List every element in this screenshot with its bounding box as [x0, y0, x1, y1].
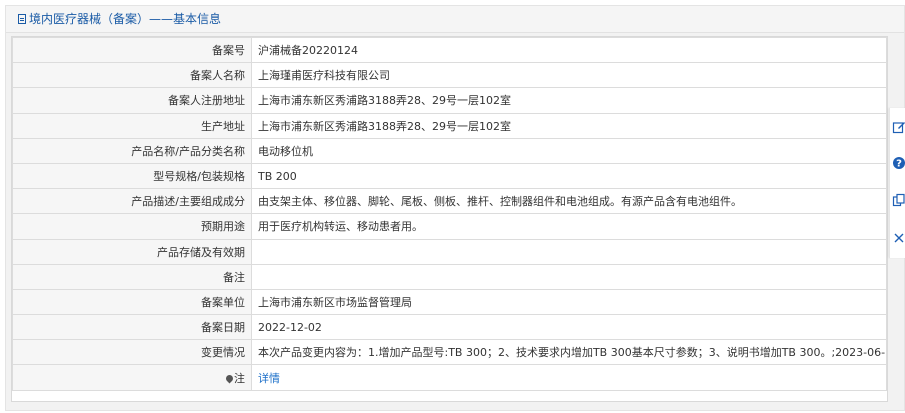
row-label: 产品描述/主要组成成分: [12, 188, 252, 215]
row-value: [251, 238, 887, 265]
row-value: 电动移位机: [251, 137, 887, 164]
row-value: 本次产品变更内容为：1.增加产品型号:TB 300；2、技术要求内增加TB 30…: [251, 339, 887, 366]
page: 境内医疗器械（备案）——基本信息 备案号 沪浦械备20220124 备案人名称 …: [0, 0, 905, 413]
copy-icon[interactable]: [892, 193, 905, 207]
row-value: 上海瑾甫医疗科技有限公司: [251, 62, 887, 89]
help-icon[interactable]: ?: [892, 156, 905, 170]
row-value: 用于医疗机构转运、移动患者用。: [251, 213, 887, 240]
row-label: 备案人名称: [12, 62, 252, 89]
table-row: 备案日期 2022-12-02: [12, 314, 887, 341]
table-row: 预期用途 用于医疗机构转运、移动患者用。: [12, 213, 887, 240]
row-label: 备案人注册地址: [12, 87, 252, 114]
close-icon[interactable]: [892, 231, 905, 245]
row-label: 预期用途: [12, 213, 252, 240]
row-value: 上海市浦东新区秀浦路3188弄28、29号一层102室: [251, 87, 887, 114]
table-row: 备案单位 上海市浦东新区市场监督管理局: [12, 288, 887, 316]
row-value: 2022-12-02: [251, 314, 887, 341]
note-label: 注: [234, 371, 245, 385]
note-label-cell: 注: [12, 364, 252, 391]
row-value: TB 200: [251, 162, 887, 190]
document-icon: [18, 14, 26, 24]
row-value: 沪浦械备20220124: [251, 36, 887, 64]
table-row: 生产地址 上海市浦东新区秀浦路3188弄28、29号一层102室: [12, 112, 887, 139]
table-row: 备案人名称 上海瑾甫医疗科技有限公司: [12, 62, 887, 89]
table-row: 型号规格/包装规格 TB 200: [12, 162, 887, 190]
row-label: 产品名称/产品分类名称: [12, 137, 252, 164]
edit-icon[interactable]: [892, 120, 905, 134]
page-title: 境内医疗器械（备案）——基本信息: [29, 12, 222, 26]
table-row: 备注: [12, 263, 887, 290]
table-row: 变更情况 本次产品变更内容为：1.增加产品型号:TB 300；2、技术要求内增加…: [12, 339, 887, 366]
row-label: 型号规格/包装规格: [12, 162, 252, 190]
panel-header: 境内医疗器械（备案）——基本信息: [6, 6, 904, 33]
row-value: 上海市浦东新区秀浦路3188弄28、29号一层102室: [251, 112, 887, 139]
table-row: 产品存储及有效期: [12, 238, 887, 265]
row-label: 变更情况: [12, 339, 252, 366]
table-row: 备案号 沪浦械备20220124: [12, 36, 887, 64]
note-value-cell: 详情: [251, 364, 887, 391]
details-link[interactable]: 详情: [258, 372, 280, 385]
row-label: 备案单位: [12, 288, 252, 316]
note-row: 注 详情: [12, 364, 887, 391]
row-value: 上海市浦东新区市场监督管理局: [251, 288, 887, 316]
row-label: 生产地址: [12, 112, 252, 139]
location-pin-icon: [224, 373, 235, 383]
table-row: 备案人注册地址 上海市浦东新区秀浦路3188弄28、29号一层102室: [12, 87, 887, 114]
info-table: 备案号 沪浦械备20220124 备案人名称 上海瑾甫医疗科技有限公司 备案人注…: [12, 36, 887, 391]
row-label: 备案日期: [12, 314, 252, 341]
table-row: 产品描述/主要组成成分 由支架主体、移位器、脚轮、尾板、侧板、推杆、控制器组件和…: [12, 188, 887, 215]
row-label: 产品存储及有效期: [12, 238, 252, 265]
row-label: 备注: [12, 263, 252, 290]
row-value: 由支架主体、移位器、脚轮、尾板、侧板、推杆、控制器组件和电池组成。有源产品含有电…: [251, 188, 887, 215]
info-table-container: 备案号 沪浦械备20220124 备案人名称 上海瑾甫医疗科技有限公司 备案人注…: [11, 36, 888, 402]
table-row: 产品名称/产品分类名称 电动移位机: [12, 137, 887, 164]
svg-text:?: ?: [896, 159, 902, 170]
row-label: 备案号: [12, 36, 252, 64]
side-toolbar: ?: [889, 108, 905, 258]
row-value: [251, 263, 887, 290]
